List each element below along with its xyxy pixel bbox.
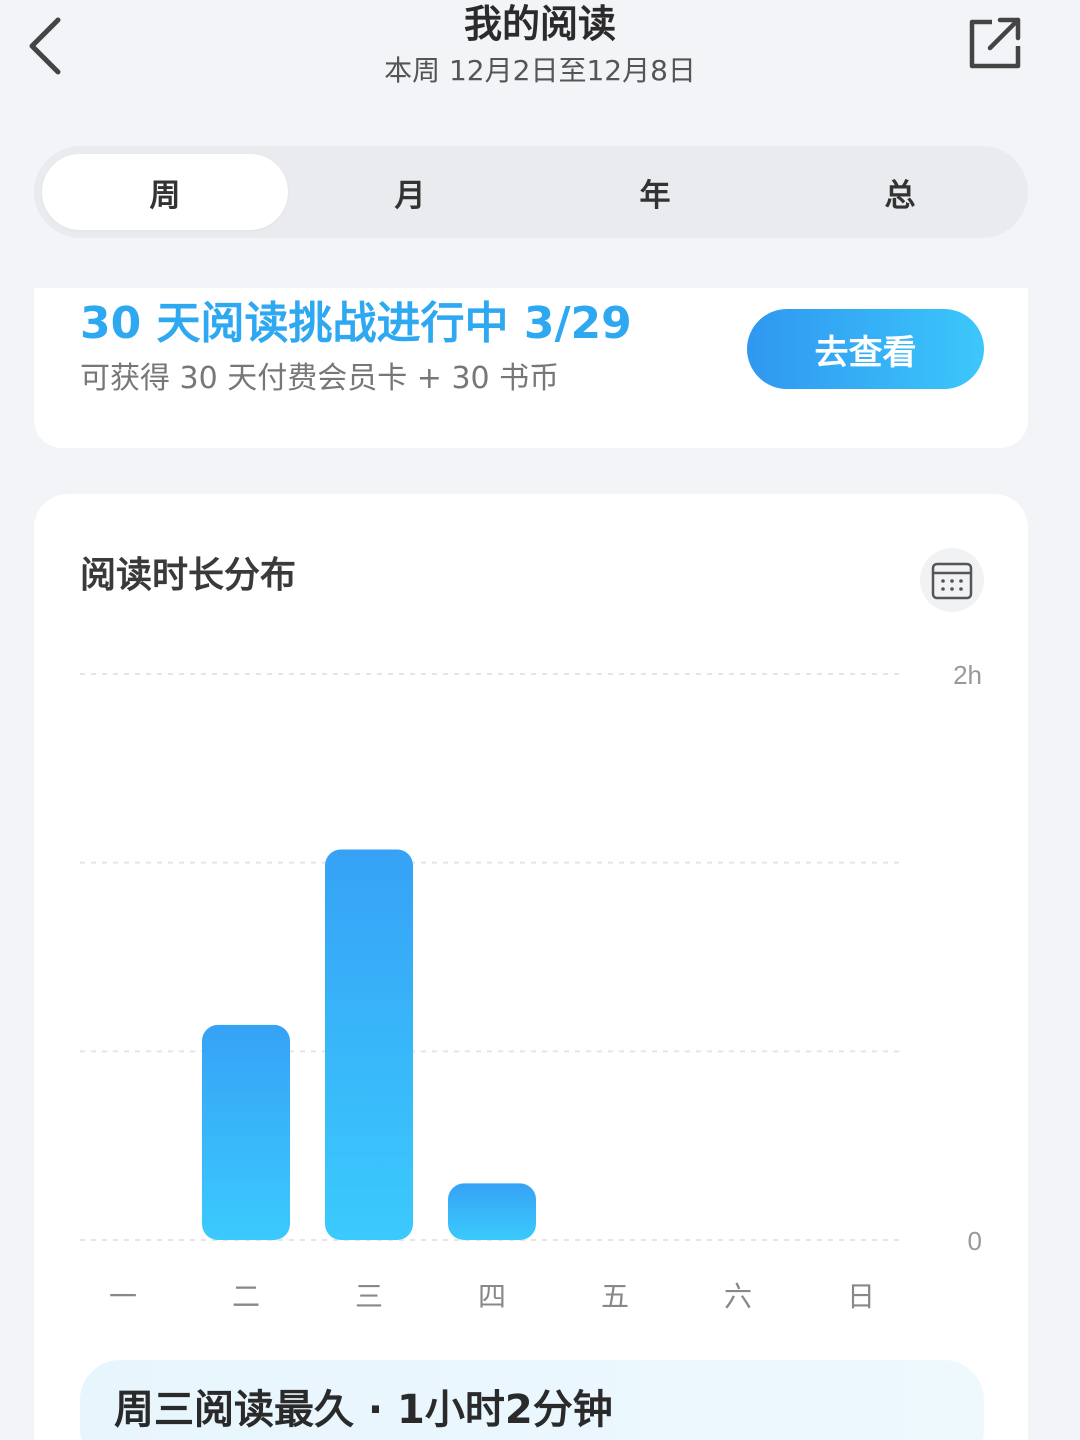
share-button[interactable]: [966, 16, 1024, 72]
x-tick-label: 一: [109, 1280, 137, 1313]
view-challenge-button[interactable]: 去查看: [747, 309, 984, 389]
x-tick-label: 六: [724, 1280, 752, 1313]
x-tick-label: 日: [847, 1280, 875, 1313]
summary-banner: 周三阅读最久 · 1小时2分钟: [80, 1360, 984, 1440]
bar-3[interactable]: [325, 849, 413, 1240]
y-tick-top: 2h: [953, 660, 982, 690]
tab-year[interactable]: 年: [532, 154, 778, 230]
bar-chart: 一 二 三 四 五 六 日 2h 0: [80, 660, 982, 1313]
date-range: 本周 12月2日至12月8日: [384, 54, 696, 87]
x-tick-label: 五: [601, 1280, 629, 1313]
page-title: 我的阅读: [463, 2, 616, 46]
x-tick-label: 二: [232, 1280, 260, 1313]
challenge-card: 30 天阅读挑战进行中 3/29 可获得 30 天付费会员卡 + 30 书币 去…: [34, 288, 1028, 448]
challenge-title: 30 天阅读挑战进行中 3/29: [80, 298, 632, 349]
tab-total[interactable]: 总: [777, 154, 1023, 230]
y-tick-bottom: 0: [968, 1226, 982, 1256]
tab-week[interactable]: 周: [42, 154, 288, 230]
x-tick-label: 三: [355, 1280, 383, 1313]
x-tick-label: 四: [478, 1280, 506, 1313]
period-tabs: 周 月 年 总: [34, 146, 1028, 238]
reading-duration-card: 阅读时长分布 一二三四五六日 2h 0: [34, 494, 1028, 1440]
summary-text: 周三阅读最久 · 1小时2分钟: [114, 1387, 613, 1433]
bar-2[interactable]: [202, 1024, 290, 1240]
challenge-description: 可获得 30 天付费会员卡 + 30 书币: [80, 361, 560, 396]
tab-month[interactable]: 月: [287, 154, 533, 230]
bar-4[interactable]: [448, 1183, 536, 1240]
share-external-icon: [969, 17, 1021, 69]
